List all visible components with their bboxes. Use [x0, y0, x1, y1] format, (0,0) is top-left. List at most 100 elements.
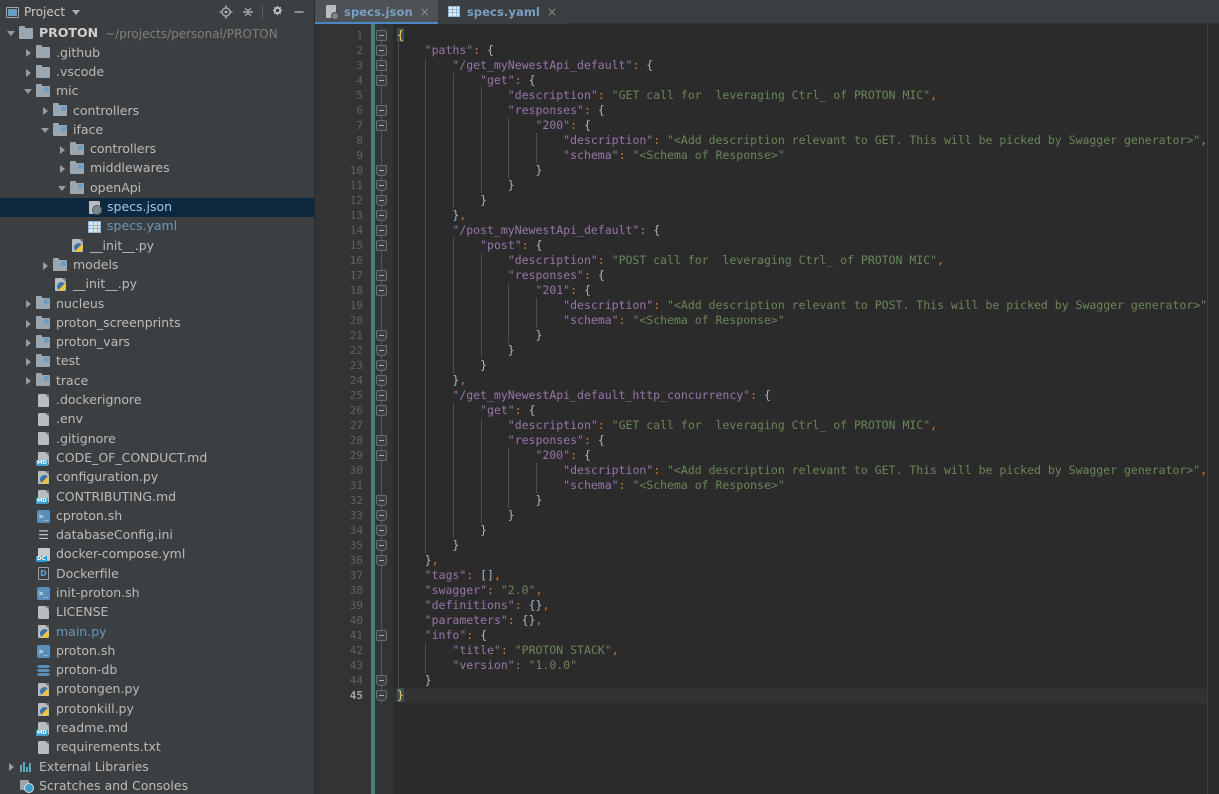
fold-toggle-icon[interactable]: [376, 630, 387, 641]
tree-item-test[interactable]: test: [0, 352, 314, 371]
fold-toggle-icon[interactable]: [376, 690, 387, 701]
code-line[interactable]: "description": "GET call for leveraging …: [393, 88, 1219, 103]
code-line[interactable]: "description": "GET call for leveraging …: [393, 418, 1219, 433]
tree-item-proton-vars[interactable]: proton_vars: [0, 333, 314, 352]
tree-item-env[interactable]: .env: [0, 410, 314, 429]
fold-toggle-icon[interactable]: [376, 30, 387, 41]
code-line[interactable]: "200": {: [393, 448, 1219, 463]
code-line[interactable]: },: [393, 373, 1219, 388]
tree-item-readme[interactable]: MD readme.md: [0, 719, 314, 738]
tree-item-specs-yaml[interactable]: specs.yaml: [0, 217, 314, 236]
code-line[interactable]: "get": {: [393, 403, 1219, 418]
chevron-open-icon[interactable]: [23, 86, 34, 97]
code-line[interactable]: }: [393, 343, 1219, 358]
code-line[interactable]: "version": "1.0.0": [393, 658, 1219, 673]
fold-toggle-icon[interactable]: [376, 330, 387, 341]
tree-item-configuration-py[interactable]: configuration.py: [0, 468, 314, 487]
code-editor[interactable]: 1 2 3 4 5 6 7 8 9 10 11 12 13 14 15 16 17 18 19 20 21 22 23 24 2…: [315, 24, 1219, 794]
code-line[interactable]: }: [393, 523, 1219, 538]
fold-toggle-icon[interactable]: [376, 60, 387, 71]
chevron-closed-icon[interactable]: [40, 260, 51, 271]
tree-item-openapi[interactable]: openApi: [0, 178, 314, 197]
tree-item-proton-db[interactable]: proton-db: [0, 661, 314, 680]
locate-file-icon[interactable]: [215, 1, 237, 23]
code-line[interactable]: }: [393, 358, 1219, 373]
code-line[interactable]: "201": {: [393, 283, 1219, 298]
code-line[interactable]: "definitions": {},: [393, 598, 1219, 613]
code-line[interactable]: "responses": {: [393, 433, 1219, 448]
fold-toggle-icon[interactable]: [376, 375, 387, 386]
code-line[interactable]: }: [393, 673, 1219, 688]
chevron-closed-icon[interactable]: [23, 337, 34, 348]
fold-toggle-icon[interactable]: [376, 435, 387, 446]
code-line[interactable]: "200": {: [393, 118, 1219, 133]
tree-item-docker-compose[interactable]: DC docker-compose.yml: [0, 545, 314, 564]
code-line[interactable]: },: [393, 208, 1219, 223]
code-line[interactable]: "paths": {: [393, 43, 1219, 58]
fold-toggle-icon[interactable]: [376, 345, 387, 356]
fold-toggle-icon[interactable]: [376, 675, 387, 686]
tree-item-gitignore[interactable]: .gitignore: [0, 429, 314, 448]
project-panel-title[interactable]: Project: [6, 5, 81, 19]
code-line[interactable]: "title": "PROTON STACK",: [393, 643, 1219, 658]
fold-toggle-icon[interactable]: [376, 240, 387, 251]
editor-tab-specs-json[interactable]: specs.json ×: [315, 0, 438, 24]
fold-toggle-icon[interactable]: [376, 75, 387, 86]
tree-item-proton-screenprints[interactable]: proton_screenprints: [0, 313, 314, 332]
code-line[interactable]: }: [393, 508, 1219, 523]
chevron-closed-icon[interactable]: [40, 105, 51, 116]
tree-item-models[interactable]: models: [0, 256, 314, 275]
tree-item-vscode[interactable]: .vscode: [0, 63, 314, 82]
tree-item-controllers[interactable]: controllers: [0, 101, 314, 120]
code-line[interactable]: "post": {: [393, 238, 1219, 253]
code-line[interactable]: "swagger": "2.0",: [393, 583, 1219, 598]
tree-item-protonkill-py[interactable]: protonkill.py: [0, 699, 314, 718]
tree-item-nucleus[interactable]: nucleus: [0, 294, 314, 313]
fold-toggle-icon[interactable]: [376, 180, 387, 191]
fold-toggle-icon[interactable]: [376, 270, 387, 281]
chevron-open-icon[interactable]: [40, 125, 51, 136]
tree-item-iface[interactable]: iface: [0, 120, 314, 139]
code-line[interactable]: }: [393, 328, 1219, 343]
tree-item-cproton-sh[interactable]: >_ cproton.sh: [0, 506, 314, 525]
tree-item-mic[interactable]: mic: [0, 82, 314, 101]
chevron-closed-icon[interactable]: [23, 298, 34, 309]
code-line[interactable]: },: [393, 553, 1219, 568]
fold-toggle-icon[interactable]: [376, 45, 387, 56]
fold-toggle-icon[interactable]: [376, 105, 387, 116]
code-line[interactable]: }: [393, 688, 1219, 703]
chevron-open-icon[interactable]: [57, 183, 68, 194]
tree-item-code-of-conduct[interactable]: MD CODE_OF_CONDUCT.md: [0, 449, 314, 468]
chevron-closed-icon[interactable]: [57, 144, 68, 155]
tree-item-iface-init[interactable]: __init__.py: [0, 236, 314, 255]
tree-item-specs-json[interactable]: specs.json: [0, 197, 314, 217]
tree-item-mic-init[interactable]: __init__.py: [0, 275, 314, 294]
code-line[interactable]: "responses": {: [393, 268, 1219, 283]
tree-item-external-libraries[interactable]: External Libraries: [0, 757, 314, 776]
tree-item-trace[interactable]: trace: [0, 371, 314, 390]
code-line[interactable]: "schema": "<Schema of Response>": [393, 478, 1219, 493]
code-line[interactable]: "tags": [],: [393, 568, 1219, 583]
tree-item-iface-controllers[interactable]: controllers: [0, 140, 314, 159]
code-line[interactable]: }: [393, 538, 1219, 553]
code-line[interactable]: "/get_myNewestApi_default_http_concurren…: [393, 388, 1219, 403]
code-line[interactable]: }: [393, 493, 1219, 508]
chevron-closed-icon[interactable]: [23, 356, 34, 367]
tree-item-dockerignore[interactable]: .dockerignore: [0, 391, 314, 410]
minimize-icon[interactable]: [288, 1, 310, 23]
fold-toggle-icon[interactable]: [376, 405, 387, 416]
code-line[interactable]: "schema": "<Schema of Response>": [393, 148, 1219, 163]
tree-item-middlewares[interactable]: middlewares: [0, 159, 314, 178]
fold-gutter[interactable]: [371, 24, 393, 794]
close-icon[interactable]: ×: [547, 6, 557, 18]
fold-toggle-icon[interactable]: [376, 495, 387, 506]
code-line[interactable]: "info": {: [393, 628, 1219, 643]
tree-item-protongen-py[interactable]: protongen.py: [0, 680, 314, 699]
code-line[interactable]: "parameters": {},: [393, 613, 1219, 628]
fold-toggle-icon[interactable]: [376, 555, 387, 566]
chevron-closed-icon[interactable]: [23, 47, 34, 58]
chevron-closed-icon[interactable]: [23, 318, 34, 329]
code-content[interactable]: { "paths": { "/get_myNewestApi_default":…: [393, 24, 1219, 794]
code-line[interactable]: }: [393, 178, 1219, 193]
code-line[interactable]: {: [393, 28, 1219, 43]
